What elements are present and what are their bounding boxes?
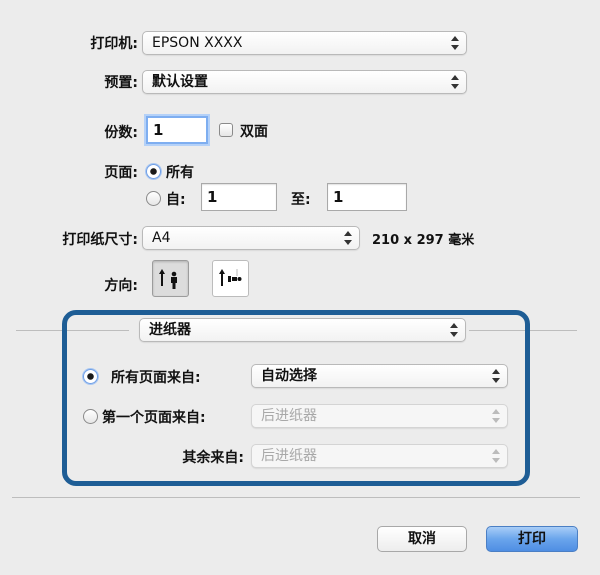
pages-all-label: 所有 [166, 165, 194, 181]
printer-value: EPSON XXXX [152, 35, 243, 51]
duplex-checkbox[interactable] [219, 123, 233, 137]
pages-range-radio[interactable] [146, 191, 161, 206]
pages-to-label: 至: [291, 192, 311, 208]
pages-from-field[interactable]: 1 [201, 183, 277, 211]
portrait-icon [159, 269, 177, 289]
paper-size-dimensions: 210 x 297 毫米 [372, 233, 475, 248]
pages-to-field[interactable]: 1 [327, 183, 407, 211]
copies-label: 份数: [104, 125, 138, 141]
cancel-button[interactable]: 取消 [377, 526, 467, 552]
paper-size-label: 打印纸尺寸: [62, 232, 138, 248]
printer-label: 打印机: [90, 36, 138, 52]
landscape-icon [219, 269, 242, 286]
presets-popup[interactable]: 默认设置 [142, 70, 467, 94]
paper-size-value: A4 [152, 230, 171, 246]
duplex-label: 双面 [240, 124, 268, 140]
pages-from-label: 自: [166, 192, 186, 208]
highlight-frame [62, 310, 530, 486]
popup-stepper-icon [344, 231, 352, 245]
orientation-label: 方向: [104, 278, 138, 294]
popup-stepper-icon [451, 75, 459, 89]
pages-label: 页面: [104, 165, 138, 181]
presets-value: 默认设置 [152, 74, 208, 90]
copies-field[interactable]: 1 [146, 116, 208, 144]
printer-popup[interactable]: EPSON XXXX [142, 31, 467, 55]
paper-size-popup[interactable]: A4 [142, 226, 360, 250]
orientation-portrait-button[interactable] [152, 260, 189, 297]
orientation-landscape-button[interactable] [212, 260, 249, 297]
pages-all-radio[interactable] [146, 164, 161, 179]
bottom-divider [12, 497, 580, 498]
popup-stepper-icon [451, 36, 459, 50]
print-button[interactable]: 打印 [486, 526, 578, 552]
presets-label: 预置: [104, 75, 138, 91]
